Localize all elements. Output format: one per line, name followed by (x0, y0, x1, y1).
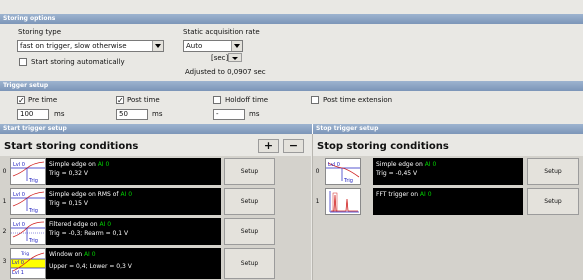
storing-type-value: fast on trigger, slow otherwise (20, 42, 127, 50)
setup-button[interactable]: Setup (527, 158, 579, 185)
channel-name: AI 0 (120, 191, 133, 198)
post-time-label: Post time (127, 96, 160, 104)
pre-time-unit: ms (54, 110, 65, 118)
rms-edge-thumbnail: Lvl 0 Trig (10, 188, 46, 215)
holdoff-checkbox[interactable] (213, 96, 221, 104)
condition-params: Upper = 0,4; Lower = 0,3 V (49, 263, 132, 270)
unit-dropdown-button[interactable] (228, 53, 242, 62)
chevron-down-icon[interactable] (152, 41, 163, 51)
stop-condition-row[interactable]: 1 FFT trigger on AI 0 Setup (313, 187, 583, 216)
post-time-checkbox[interactable]: ✓ (116, 96, 124, 105)
rate-value: Auto (186, 42, 203, 50)
setup-button[interactable]: Setup (224, 248, 275, 279)
condition-params: Trig = -0,45 V (376, 170, 418, 177)
stop-condition-row[interactable]: 0 Lvl 0 Trig Simple edge on AI 0 Trig = … (313, 157, 583, 186)
window-thumbnail: Trig Lvl 0 Lvl 1 (10, 248, 46, 279)
row-index: 1 (315, 198, 320, 205)
trigger-setup-header: Trigger setup (0, 81, 583, 91)
filtered-edge-thumbnail: Lvl 0 Trig (10, 218, 46, 245)
holdoff-unit: ms (249, 110, 260, 118)
start-condition-row[interactable]: 0 Lvl 0 Trig Simple edge on AI 0 Trig = … (0, 157, 311, 186)
simple-edge-thumbnail: Lvl 0 Trig (10, 158, 46, 185)
lvl0-label: Lvl 0 (13, 192, 25, 198)
condition-type: Filtered edge on (49, 221, 100, 228)
holdoff-label: Holdoff time (225, 96, 269, 104)
row-index: 0 (2, 168, 7, 175)
storing-type-label: Storing type (18, 28, 62, 36)
start-trigger-panel: Start storing conditions + − 0 Lvl 0 Tri… (0, 134, 311, 280)
trigger-setup-panel: ✓ Pre time 100 ms ✓ Post time 50 ms Hold… (0, 91, 583, 124)
condition-description: FFT trigger on AI 0 (373, 188, 523, 215)
condition-params: Trig = 0,15 V (49, 200, 88, 207)
start-condition-row[interactable]: 3 Trig Lvl 0 Lvl 1 Window on AI 0 Upper … (0, 247, 311, 280)
lvl0-label: Lvl 0 (328, 162, 340, 168)
pre-time-label: Pre time (28, 96, 58, 104)
condition-type: FFT trigger on (376, 191, 420, 198)
channel-name: AI 0 (99, 221, 112, 228)
post-extension-label: Post time extension (323, 96, 393, 104)
stop-trigger-header: Stop trigger setup (312, 124, 583, 134)
condition-description: Window on AI 0 Upper = 0,4; Lower = 0,3 … (46, 248, 221, 279)
condition-description: Simple edge on AI 0 Trig = 0,32 V (46, 158, 221, 185)
trig-label: Trig (28, 208, 38, 214)
stop-conditions-title: Stop storing conditions (317, 141, 449, 152)
condition-description: Simple edge on RMS of AI 0 Trig = 0,15 V (46, 188, 221, 215)
row-index: 3 (2, 258, 7, 265)
post-extension-checkbox[interactable] (311, 96, 319, 104)
stop-trigger-panel: Stop storing conditions 0 Lvl 0 Trig Sim… (312, 134, 583, 280)
setup-button[interactable]: Setup (224, 188, 275, 215)
row-index: 2 (2, 228, 7, 235)
condition-description: Simple edge on AI 0 Trig = -0,45 V (373, 158, 523, 185)
lvl1-label: Lvl 1 (12, 270, 24, 276)
start-trigger-header: Start trigger setup (0, 124, 312, 134)
setup-button[interactable]: Setup (527, 188, 579, 215)
trig-label: Trig (20, 251, 29, 257)
channel-name: AI 0 (97, 161, 110, 168)
rate-select[interactable]: Auto (183, 40, 243, 52)
channel-name: AI 0 (83, 251, 96, 258)
start-conditions-title: Start storing conditions (4, 141, 139, 152)
channel-name: AI 0 (424, 161, 437, 168)
trig-label: Trig (343, 178, 353, 184)
start-condition-row[interactable]: 2 Lvl 0 Trig Filtered edge on AI 0 Trig … (0, 217, 311, 246)
condition-description: Filtered edge on AI 0 Trig = -0,3; Rearm… (46, 218, 221, 245)
simple-edge-thumbnail: Lvl 0 Trig (325, 158, 361, 185)
chevron-down-icon[interactable] (231, 41, 242, 51)
setup-button[interactable]: Setup (224, 218, 275, 245)
lvl0-label: Lvl 0 (13, 222, 25, 228)
holdoff-input[interactable]: - (213, 109, 245, 120)
start-auto-label: Start storing automatically (31, 58, 125, 66)
pre-time-checkbox[interactable]: ✓ (17, 96, 25, 105)
storing-options-panel: Storing type fast on trigger, slow other… (0, 24, 583, 81)
add-condition-button[interactable]: + (258, 139, 279, 153)
start-condition-row[interactable]: 1 Lvl 0 Trig Simple edge on RMS of AI 0 … (0, 187, 311, 216)
fft-thumbnail (325, 188, 361, 215)
lvl0-label: Lvl 0 (12, 260, 24, 266)
condition-params: Trig = -0,3; Rearm = 0,1 V (49, 230, 129, 237)
remove-condition-button[interactable]: − (283, 139, 304, 153)
storing-options-header: Storing options (0, 14, 583, 24)
channel-name: AI 0 (419, 191, 432, 198)
unit-label: [sec] (211, 54, 229, 62)
chevron-down-icon (232, 57, 238, 60)
condition-type: Window on (49, 251, 84, 258)
condition-type: Simple edge on RMS of (49, 191, 121, 198)
pre-time-input[interactable]: 100 (17, 109, 49, 120)
row-index: 1 (2, 198, 7, 205)
condition-type: Simple edge on (376, 161, 425, 168)
post-time-unit: ms (152, 110, 163, 118)
post-time-input[interactable]: 50 (116, 109, 148, 120)
trig-label: Trig (28, 178, 38, 184)
condition-params: Trig = 0,32 V (49, 170, 88, 177)
row-index: 0 (315, 168, 320, 175)
lvl0-label: Lvl 0 (13, 162, 25, 168)
trig-label: Trig (28, 238, 38, 244)
rate-label: Static acquisition rate (183, 28, 260, 36)
setup-button[interactable]: Setup (224, 158, 275, 185)
storing-type-select[interactable]: fast on trigger, slow otherwise (17, 40, 164, 52)
adjusted-text: Adjusted to 0,0907 sec (185, 68, 266, 76)
condition-type: Simple edge on (49, 161, 98, 168)
start-auto-checkbox[interactable] (19, 58, 27, 66)
